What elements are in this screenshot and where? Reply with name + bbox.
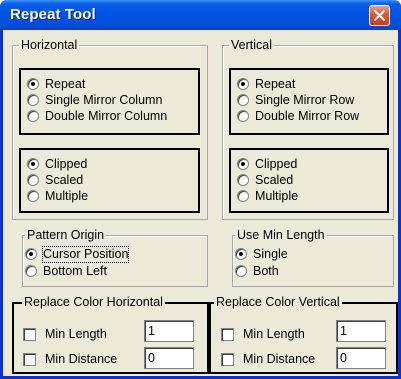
vertical-group-label: Vertical bbox=[229, 38, 274, 53]
radio-button-icon[interactable] bbox=[237, 174, 249, 186]
radio-label: Double Mirror Column bbox=[45, 109, 168, 123]
radio-label: Both bbox=[253, 264, 279, 278]
radio-button-icon[interactable] bbox=[235, 265, 247, 277]
horizontal-group-label: Horizontal bbox=[19, 38, 80, 53]
radio-label: Bottom Left bbox=[43, 264, 107, 278]
radio-button-icon[interactable] bbox=[237, 94, 249, 106]
vertical-mode-box: Repeat Single Mirror Row Double Mirror R… bbox=[229, 68, 389, 135]
horizontal-group: Horizontal Repeat Single Mirror Column D… bbox=[12, 38, 208, 220]
input-value: 0 bbox=[340, 351, 347, 365]
use-min-length-label: Use Min Length bbox=[235, 228, 327, 243]
dialog-body: Horizontal Repeat Single Mirror Column D… bbox=[3, 30, 398, 376]
radio-label: Repeat bbox=[45, 77, 86, 91]
checkbox-icon[interactable] bbox=[23, 353, 36, 366]
radio-label: Single Mirror Row bbox=[255, 93, 355, 107]
repeat-tool-window: Repeat Tool Horizontal Repeat Single Mir… bbox=[0, 0, 401, 379]
radio-button-icon[interactable] bbox=[27, 78, 39, 90]
radio-button-icon[interactable] bbox=[27, 94, 39, 106]
vertical-group: Vertical Repeat Single Mirror Row Double… bbox=[222, 38, 394, 220]
radio-button-icon[interactable] bbox=[27, 174, 39, 186]
radio-button-icon[interactable] bbox=[27, 190, 39, 202]
use-min-length-group: Use Min Length Single Both bbox=[232, 228, 394, 287]
horizontal-min-distance-input[interactable]: 0 bbox=[144, 347, 194, 369]
pattern-origin-label: Pattern Origin bbox=[25, 228, 107, 243]
radio-label: Single Mirror Column bbox=[45, 93, 163, 107]
checkbox-label: Min Length bbox=[45, 327, 107, 341]
checkbox-label: Min Distance bbox=[243, 352, 316, 366]
radio-button-icon[interactable] bbox=[25, 265, 37, 277]
vertical-min-distance-input[interactable]: 0 bbox=[336, 347, 386, 369]
checkbox-label: Min Length bbox=[243, 327, 305, 341]
radio-label: Scaled bbox=[45, 173, 84, 187]
title-bar[interactable]: Repeat Tool bbox=[0, 0, 401, 30]
radio-button-icon[interactable] bbox=[27, 158, 39, 170]
input-value: 1 bbox=[340, 324, 347, 338]
radio-button-icon[interactable] bbox=[235, 248, 247, 260]
radio-button-icon[interactable] bbox=[237, 110, 249, 122]
pattern-origin-group: Pattern Origin Cursor Position Bottom Le… bbox=[22, 228, 208, 287]
horizontal-fit-box: Clipped Scaled Multiple bbox=[19, 148, 200, 213]
vertical-min-length-input[interactable]: 1 bbox=[336, 320, 386, 342]
window-title: Repeat Tool bbox=[10, 6, 96, 23]
horizontal-mode-box: Repeat Single Mirror Column Double Mirro… bbox=[19, 68, 200, 135]
checkbox-icon[interactable] bbox=[23, 328, 36, 341]
radio-label: Clipped bbox=[255, 157, 298, 171]
replace-color-horizontal-label: Replace Color Horizontal bbox=[22, 295, 165, 310]
radio-label: Repeat bbox=[255, 77, 296, 91]
radio-button-icon[interactable] bbox=[25, 248, 37, 260]
checkbox-icon[interactable] bbox=[221, 328, 234, 341]
radio-label: Clipped bbox=[45, 157, 88, 171]
radio-label: Single bbox=[253, 247, 288, 261]
checkbox-icon[interactable] bbox=[221, 353, 234, 366]
replace-color-vertical-label: Replace Color Vertical bbox=[214, 295, 342, 310]
checkbox-label: Min Distance bbox=[45, 352, 118, 366]
input-value: 1 bbox=[148, 324, 155, 338]
radio-label: Multiple bbox=[45, 189, 89, 203]
close-button[interactable] bbox=[369, 5, 390, 26]
close-icon bbox=[374, 10, 385, 21]
vertical-fit-box: Clipped Scaled Multiple bbox=[229, 148, 389, 213]
radio-button-icon[interactable] bbox=[237, 158, 249, 170]
radio-label: Scaled bbox=[255, 173, 294, 187]
radio-label: Double Mirror Row bbox=[255, 109, 360, 123]
radio-label: Multiple bbox=[255, 189, 299, 203]
radio-button-icon[interactable] bbox=[237, 78, 249, 90]
radio-label: Cursor Position bbox=[41, 246, 130, 263]
input-value: 0 bbox=[148, 351, 155, 365]
replace-color-horizontal-group: Replace Color Horizontal Min Length 1 Mi… bbox=[12, 295, 209, 374]
radio-button-icon[interactable] bbox=[27, 110, 39, 122]
radio-button-icon[interactable] bbox=[237, 190, 249, 202]
horizontal-min-length-input[interactable]: 1 bbox=[144, 320, 194, 342]
replace-color-vertical-group: Replace Color Vertical Min Length 1 Min … bbox=[209, 295, 398, 374]
